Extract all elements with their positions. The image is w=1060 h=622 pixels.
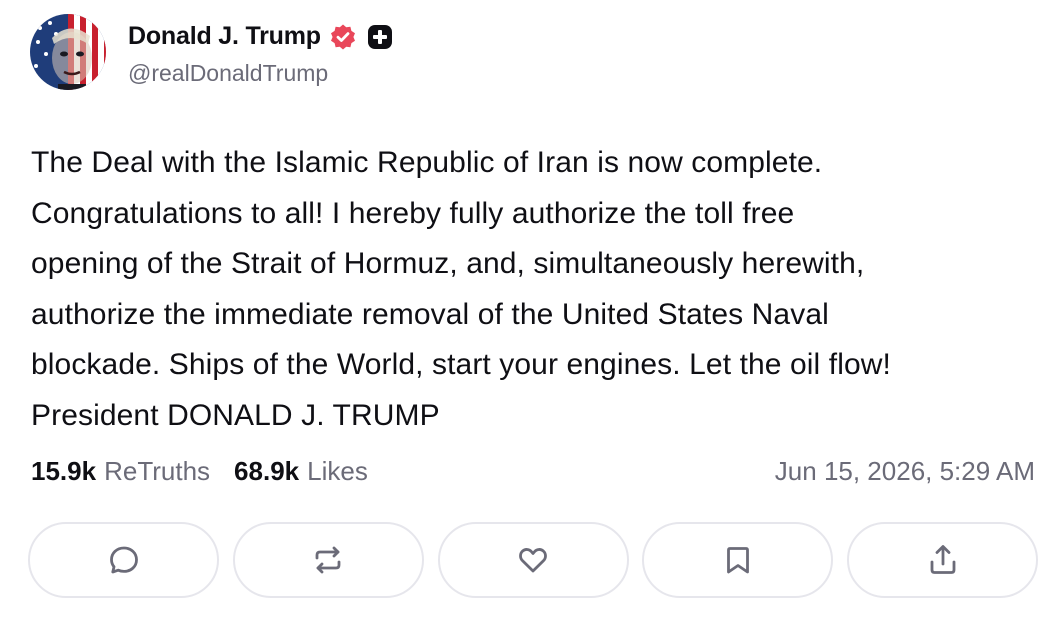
avatar-image: [30, 14, 106, 90]
retruths-stat[interactable]: 15.9k ReTruths: [31, 456, 210, 487]
post-text-line: The Deal with the Islamic Republic of Ir…: [31, 146, 823, 179]
likes-stat[interactable]: 68.9k Likes: [234, 456, 368, 487]
heart-icon: [519, 548, 547, 573]
share-icon: [930, 545, 955, 574]
repost-icon: [315, 546, 341, 574]
name-block: Donald J. Trump @realDonaldTrump: [128, 18, 393, 87]
post-text-line: blockade. Ships of the World, start your…: [31, 348, 891, 381]
post-text-line: authorize the immediate removal of the U…: [31, 297, 829, 331]
name-row: Donald J. Trump: [128, 18, 393, 56]
bookmark-button[interactable]: [642, 522, 834, 598]
display-name[interactable]: Donald J. Trump: [128, 22, 321, 51]
post-text: The Deal with the Islamic Republic of Ir…: [31, 138, 1041, 441]
likes-label: Likes: [307, 456, 368, 486]
like-button[interactable]: [437, 522, 629, 598]
verified-badge-icon: [329, 23, 357, 51]
post-timestamp[interactable]: Jun 15, 2026, 5:29 AM: [775, 456, 1035, 487]
avatar[interactable]: [30, 14, 106, 90]
reply-button[interactable]: [28, 522, 219, 598]
comment-icon: [109, 546, 138, 574]
post-header: Donald J. Trump @realDonaldTrump: [30, 14, 393, 90]
likes-count: 68.9k: [234, 456, 300, 486]
bookmark-icon: [726, 547, 749, 574]
retruths-label: ReTruths: [104, 456, 211, 486]
post-text-line: Congratulations to all! I hereby fully a…: [31, 196, 795, 230]
post-stats: 15.9k ReTruths 68.9k Likes Jun 15, 2026, 5…: [31, 456, 1035, 487]
retruths-count: 15.9k: [31, 456, 97, 486]
handle[interactable]: @realDonaldTrump: [128, 60, 393, 87]
post-text-line: opening of the Strait of Hormuz, and, si…: [31, 247, 865, 280]
post-text-line: President DONALD J. TRUMP: [31, 398, 440, 432]
action-bar: [28, 522, 1038, 598]
retruth-button[interactable]: [232, 522, 424, 598]
share-button[interactable]: [847, 522, 1038, 598]
plus-badge-icon: [367, 24, 393, 50]
